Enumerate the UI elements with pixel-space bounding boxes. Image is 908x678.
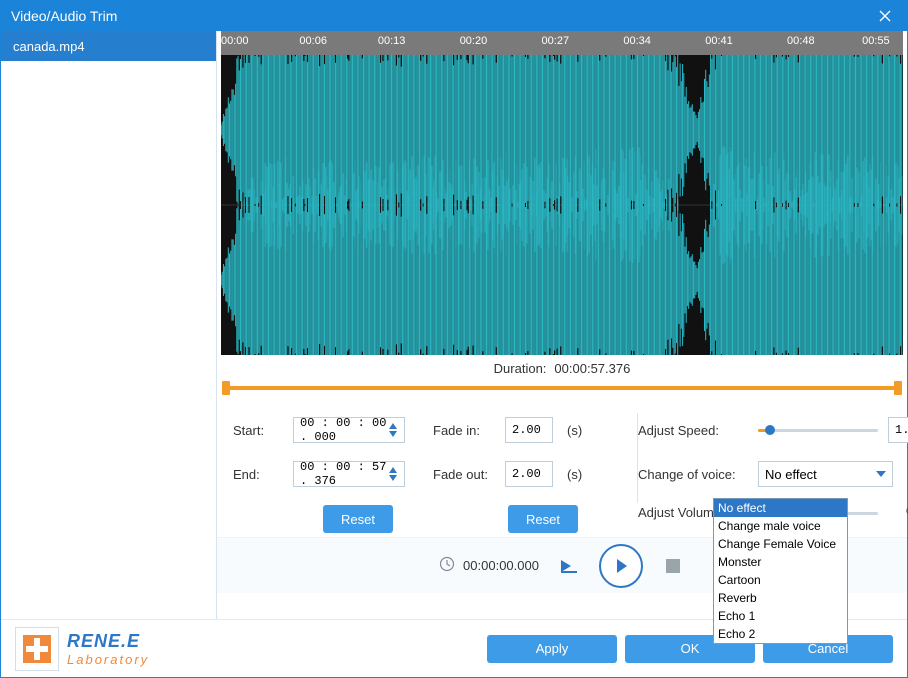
brand-line2: Laboratory bbox=[67, 652, 149, 667]
ruler-tick: 00:27 bbox=[542, 35, 570, 47]
spinner-icon[interactable] bbox=[388, 466, 398, 482]
trim-range-track bbox=[225, 386, 899, 390]
ruler-tick: 00:00 bbox=[221, 35, 249, 47]
start-time-value: 00 : 00 : 00 . 000 bbox=[300, 416, 388, 444]
speed-value: 1.00 bbox=[895, 423, 908, 437]
ruler-tick: 00:13 bbox=[378, 35, 406, 47]
stop-button[interactable] bbox=[661, 554, 685, 578]
app-window: Video/Audio Trim canada.mp4 00:00 00:06 … bbox=[0, 0, 908, 678]
fadein-label: Fade in: bbox=[433, 423, 495, 438]
playhead-time-value: 00:00:00.000 bbox=[463, 558, 539, 573]
ruler-tick: 00:20 bbox=[460, 35, 488, 47]
start-label: Start: bbox=[233, 423, 283, 438]
fadeout-label: Fade out: bbox=[433, 467, 495, 482]
ruler-tick: 00:06 bbox=[299, 35, 327, 47]
close-button[interactable] bbox=[873, 4, 897, 28]
play-button[interactable] bbox=[599, 544, 643, 588]
fadein-input[interactable]: 2.00 bbox=[505, 417, 553, 443]
voice-label: Change of voice: bbox=[638, 467, 748, 482]
brand: RENE.E Laboratory bbox=[15, 627, 479, 671]
voice-option[interactable]: Reverb bbox=[714, 589, 847, 607]
spinner-icon[interactable] bbox=[388, 422, 398, 438]
duration-value: 00:00:57.376 bbox=[554, 361, 630, 376]
file-item-label: canada.mp4 bbox=[13, 39, 85, 54]
apply-button[interactable]: Apply bbox=[487, 635, 617, 663]
seek-button[interactable] bbox=[557, 554, 581, 578]
fadeout-unit: (s) bbox=[567, 467, 582, 482]
voice-option[interactable]: Change male voice bbox=[714, 517, 847, 535]
voice-option[interactable]: Cartoon bbox=[714, 571, 847, 589]
speed-label: Adjust Speed: bbox=[638, 423, 748, 438]
window-title: Video/Audio Trim bbox=[11, 8, 117, 24]
waveform-display[interactable] bbox=[221, 55, 903, 355]
voice-option[interactable]: Echo 2 bbox=[714, 625, 847, 643]
end-label: End: bbox=[233, 467, 283, 482]
speed-input[interactable]: 1.00 bbox=[888, 417, 908, 443]
trim-handle-start[interactable] bbox=[222, 381, 230, 395]
fadein-unit: (s) bbox=[567, 423, 582, 438]
fadeout-value: 2.00 bbox=[512, 467, 541, 481]
start-time-input[interactable]: 00 : 00 : 00 . 000 bbox=[293, 417, 405, 443]
file-sidebar: canada.mp4 bbox=[1, 31, 217, 619]
speed-slider[interactable] bbox=[758, 423, 878, 437]
ruler-tick: 00:48 bbox=[787, 35, 815, 47]
brand-line1: RENE.E bbox=[67, 631, 149, 652]
file-item-selected[interactable]: canada.mp4 bbox=[1, 31, 216, 61]
stop-icon bbox=[666, 559, 680, 573]
chevron-down-icon bbox=[876, 471, 886, 477]
playhead-time: 00:00:00.000 bbox=[439, 556, 539, 575]
brand-logo-icon bbox=[15, 627, 59, 671]
clock-icon bbox=[439, 556, 455, 575]
voice-option[interactable]: No effect bbox=[714, 499, 847, 517]
duration-row: Duration: 00:00:57.376 bbox=[217, 355, 907, 381]
column-fade: Fade in: 2.00 (s) Fade out: 2.00 (s) bbox=[433, 413, 623, 533]
voice-option[interactable]: Echo 1 bbox=[714, 607, 847, 625]
voice-selected-value: No effect bbox=[765, 467, 817, 482]
ruler-tick: 00:34 bbox=[623, 35, 651, 47]
fadeout-input[interactable]: 2.00 bbox=[505, 461, 553, 487]
time-ruler[interactable]: 00:00 00:06 00:13 00:20 00:27 00:34 00:4… bbox=[221, 31, 903, 55]
duration-label: Duration: bbox=[494, 361, 547, 376]
end-time-input[interactable]: 00 : 00 : 57 . 376 bbox=[293, 461, 405, 487]
voice-dropdown-panel[interactable]: No effectChange male voiceChange Female … bbox=[713, 498, 848, 644]
brand-text: RENE.E Laboratory bbox=[67, 631, 149, 667]
title-bar: Video/Audio Trim bbox=[1, 1, 907, 31]
voice-option[interactable]: Monster bbox=[714, 553, 847, 571]
column-time: Start: 00 : 00 : 00 . 000 End: bbox=[233, 413, 433, 533]
end-time-value: 00 : 00 : 57 . 376 bbox=[300, 460, 388, 488]
ruler-tick: 00:41 bbox=[705, 35, 733, 47]
trim-range-bar[interactable] bbox=[225, 381, 899, 395]
reset-fade-button[interactable]: Reset bbox=[508, 505, 578, 533]
reset-time-button[interactable]: Reset bbox=[323, 505, 393, 533]
voice-option[interactable]: Change Female Voice bbox=[714, 535, 847, 553]
ruler-tick: 00:55 bbox=[862, 35, 890, 47]
voice-select[interactable]: No effect bbox=[758, 461, 893, 487]
fadein-value: 2.00 bbox=[512, 423, 541, 437]
trim-handle-end[interactable] bbox=[894, 381, 902, 395]
